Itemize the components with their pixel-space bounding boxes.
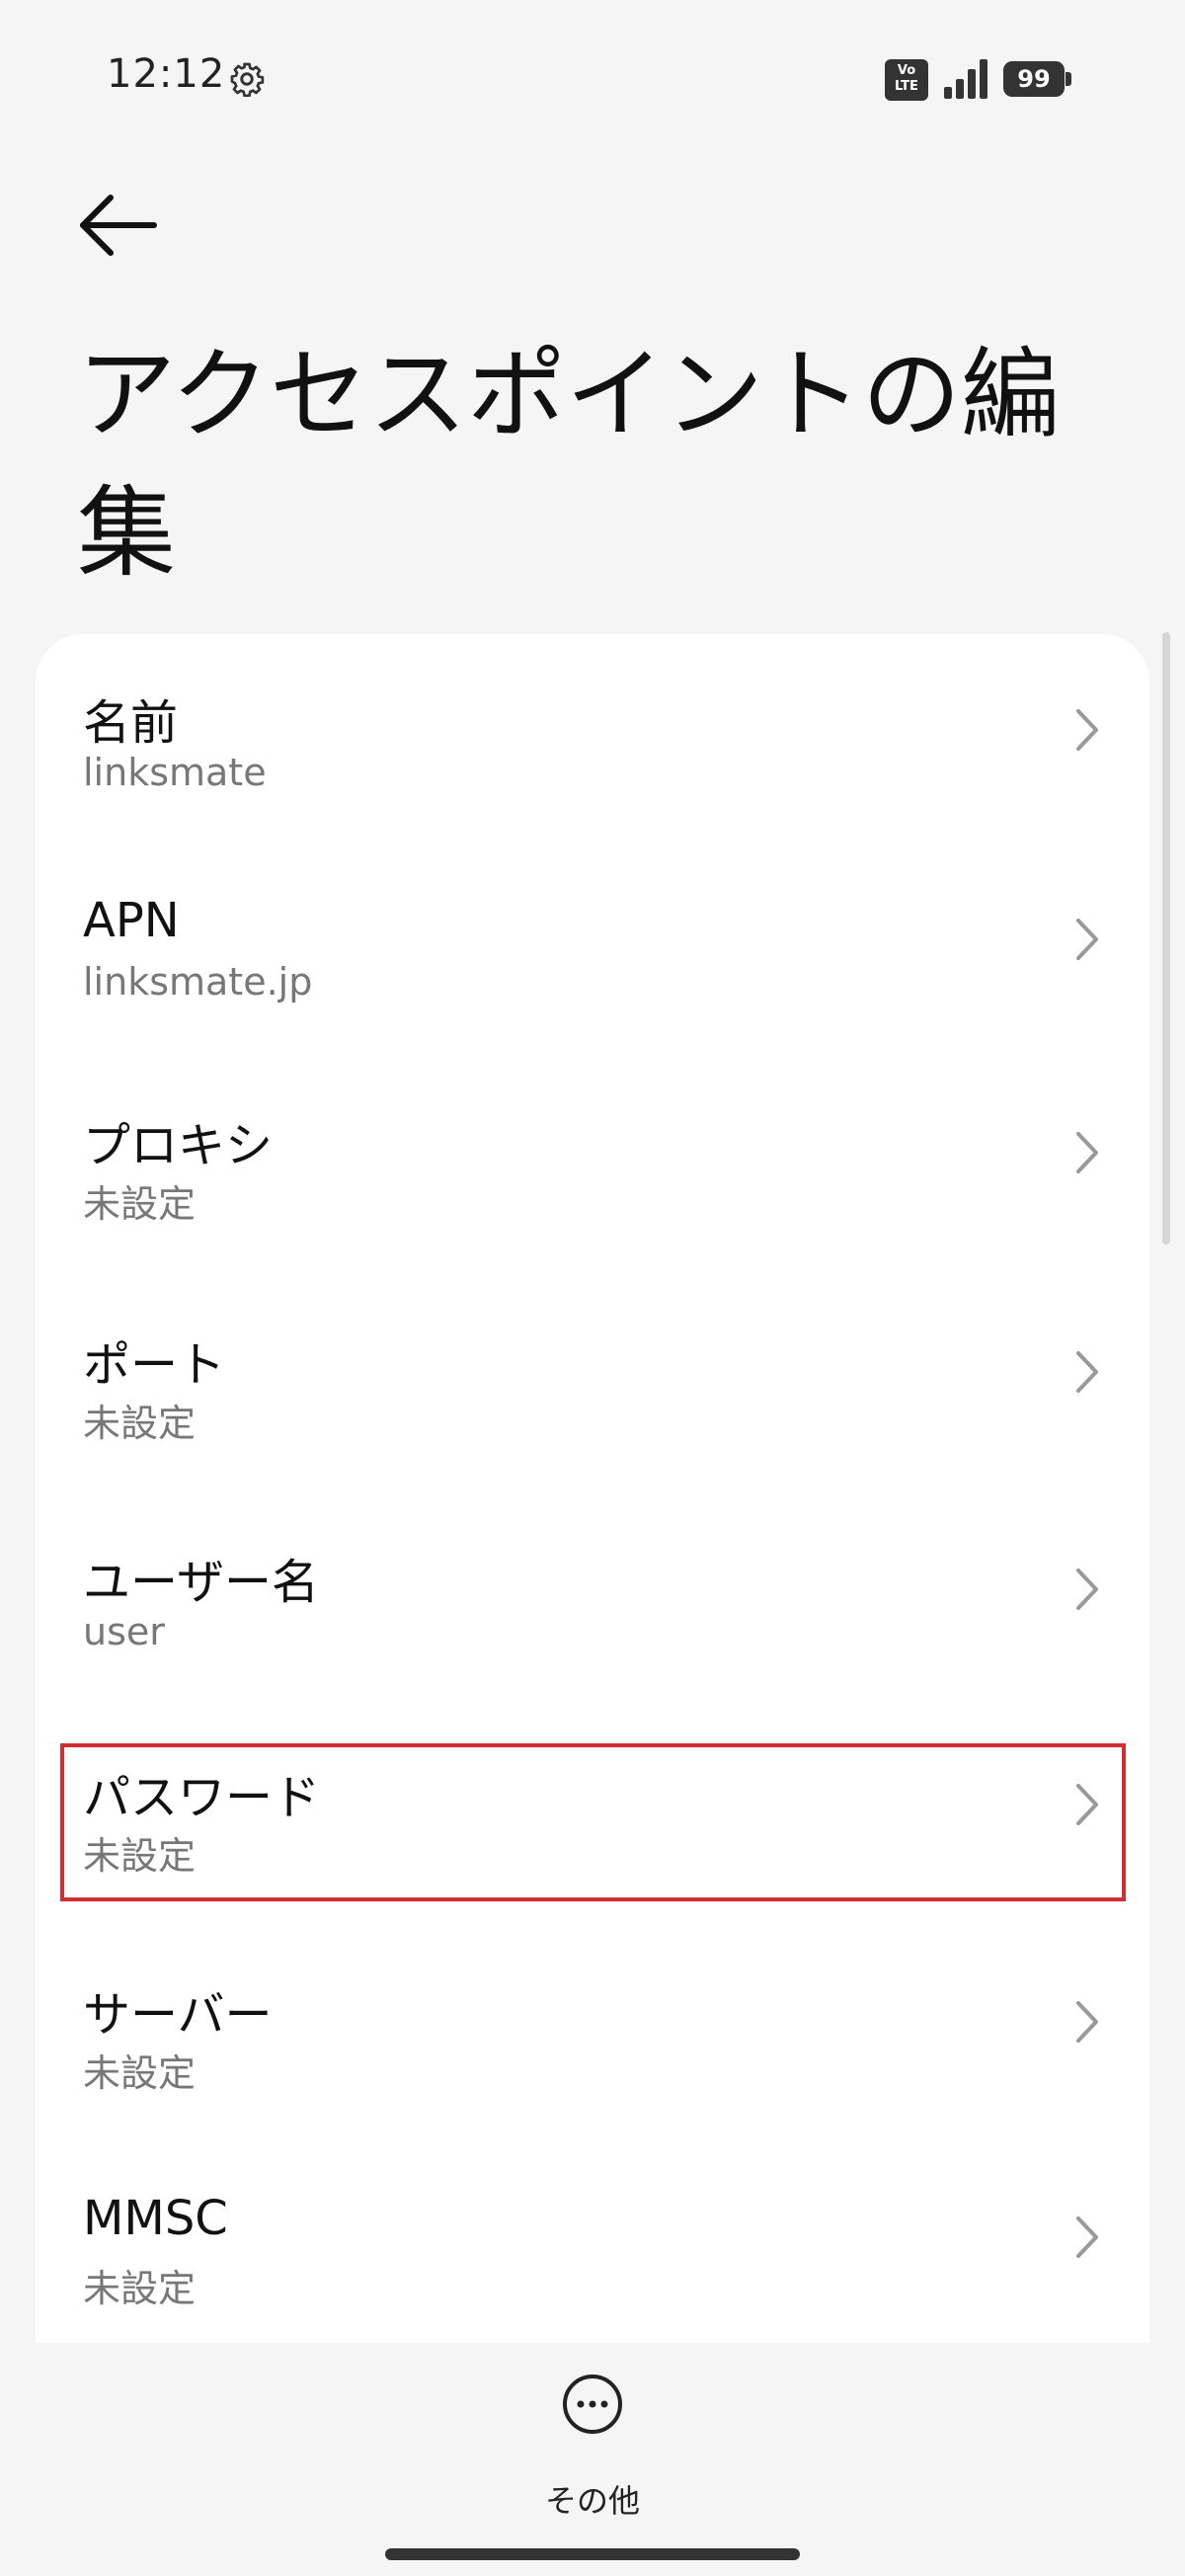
status-bar: 12:12 Vo LTE 99 bbox=[0, 0, 1185, 158]
chevron-right-icon bbox=[1076, 1132, 1098, 1173]
gear-icon bbox=[229, 61, 265, 98]
item-title: ポート bbox=[83, 1337, 226, 1393]
more-label: その他 bbox=[544, 2482, 640, 2520]
item-value: linksmate bbox=[83, 751, 267, 794]
list-item-proxy[interactable]: プロキシ 未設定 bbox=[36, 1106, 1149, 1304]
chevron-right-icon bbox=[1076, 709, 1098, 751]
list-item-name[interactable]: 名前 linksmate bbox=[36, 684, 1149, 881]
arrow-left-icon bbox=[80, 195, 157, 256]
signal-strength-icon bbox=[942, 57, 989, 101]
chevron-right-icon bbox=[1076, 1351, 1098, 1393]
item-title: 名前 bbox=[83, 695, 179, 751]
highlight-box bbox=[60, 1743, 1126, 1901]
item-title: サーバー bbox=[83, 1987, 273, 2043]
chevron-right-icon bbox=[1076, 1569, 1098, 1610]
item-value: 未設定 bbox=[83, 1182, 197, 1226]
more-horizontal-circle-icon bbox=[563, 2375, 622, 2434]
item-title: ユーザー名 bbox=[83, 1555, 320, 1610]
list-item-port[interactable]: ポート 未設定 bbox=[36, 1326, 1149, 1523]
page-title: アクセスポイントの編集 bbox=[77, 337, 1060, 591]
status-time: 12:12 bbox=[107, 51, 226, 97]
item-value: 未設定 bbox=[83, 2052, 197, 2095]
item-title: APN bbox=[83, 893, 180, 948]
chevron-right-icon bbox=[1076, 2001, 1098, 2043]
item-value: 未設定 bbox=[83, 1402, 197, 1445]
scrollbar[interactable] bbox=[1162, 632, 1170, 1245]
item-title: プロキシ bbox=[83, 1118, 274, 1173]
home-indicator[interactable] bbox=[385, 2548, 800, 2560]
apn-settings-list: 名前 linksmate APN linksmate.jp プロキシ 未設定 ポ… bbox=[36, 634, 1149, 2343]
item-value: 未設定 bbox=[83, 2267, 197, 2310]
back-button[interactable] bbox=[71, 186, 166, 265]
list-item-username[interactable]: ユーザー名 user bbox=[36, 1543, 1149, 1740]
volte-badge-icon: Vo LTE bbox=[885, 59, 928, 101]
list-item-apn[interactable]: APN linksmate.jp bbox=[36, 893, 1149, 1090]
item-value: user bbox=[83, 1610, 165, 1653]
list-item-mmsc[interactable]: MMSC 未設定 bbox=[36, 2191, 1149, 2343]
battery-icon: 99 bbox=[1003, 61, 1072, 97]
chevron-right-icon bbox=[1076, 2216, 1098, 2258]
bottom-bar: その他 bbox=[0, 2343, 1185, 2576]
item-value: linksmate.jp bbox=[83, 960, 313, 1004]
more-button[interactable]: その他 bbox=[514, 2373, 672, 2519]
chevron-right-icon bbox=[1076, 919, 1098, 960]
battery-level: 99 bbox=[1003, 61, 1065, 97]
list-item-server[interactable]: サーバー 未設定 bbox=[36, 1975, 1149, 2173]
item-title: MMSC bbox=[83, 2191, 228, 2246]
